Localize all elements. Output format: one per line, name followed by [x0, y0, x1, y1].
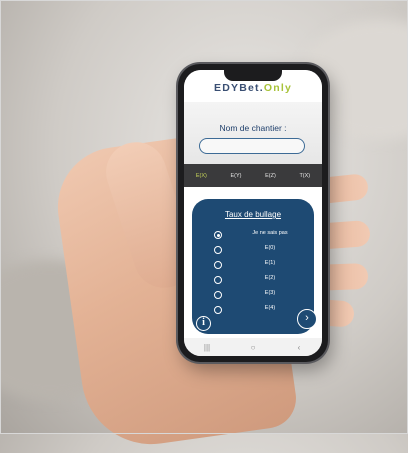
- site-name-label: Nom de chantier :: [219, 123, 287, 133]
- tab-ex[interactable]: E(X): [196, 173, 207, 179]
- android-nav-bar: ||| ○ ‹: [184, 338, 322, 356]
- option-e2[interactable]: E(2): [192, 274, 314, 286]
- option-label: E(1): [264, 260, 276, 266]
- phone-screen: EDYBet.Only Nom de chantier : E(X) E(Y) …: [184, 70, 322, 356]
- tab-ey[interactable]: E(Y): [230, 173, 241, 179]
- radio-icon[interactable]: [214, 276, 222, 284]
- radio-icon[interactable]: [214, 306, 222, 314]
- site-form: Nom de chantier :: [184, 102, 322, 164]
- option-label: E(3): [264, 290, 276, 296]
- option-e4[interactable]: E(4): [192, 304, 314, 316]
- option-e1[interactable]: E(1): [192, 259, 314, 271]
- option-e0[interactable]: E(0): [192, 244, 314, 256]
- panel-title: Taux de bullage: [224, 210, 282, 219]
- logo-text-main: EDYBet.: [214, 82, 264, 94]
- radio-icon[interactable]: [214, 231, 222, 239]
- smartphone: EDYBet.Only Nom de chantier : E(X) E(Y) …: [178, 64, 328, 362]
- home-icon[interactable]: ○: [238, 343, 268, 352]
- option-label: E(4): [264, 305, 276, 311]
- back-icon[interactable]: ‹: [284, 343, 314, 352]
- radio-icon[interactable]: [214, 261, 222, 269]
- option-label: E(0): [264, 245, 276, 251]
- option-label: E(2): [264, 275, 276, 281]
- tab-bar: E(X) E(Y) E(Z) T(X): [184, 164, 322, 187]
- bubbling-rate-panel: Taux de bullage Je ne sais pas E(0) E(1)…: [192, 199, 314, 334]
- app-logo: EDYBet.Only: [184, 82, 322, 94]
- radio-icon[interactable]: [214, 291, 222, 299]
- tab-tx[interactable]: T(X): [299, 173, 310, 179]
- option-e3[interactable]: E(3): [192, 289, 314, 301]
- radio-icon[interactable]: [214, 246, 222, 254]
- notch: [224, 70, 282, 81]
- next-arrow-icon[interactable]: ›: [297, 309, 317, 329]
- info-icon[interactable]: i: [196, 316, 211, 331]
- option-je-ne-sais-pas[interactable]: Je ne sais pas: [192, 229, 314, 241]
- tab-ez[interactable]: E(Z): [265, 173, 276, 179]
- logo-text-accent: Only: [263, 82, 292, 94]
- site-name-input[interactable]: [199, 138, 305, 154]
- option-label: Je ne sais pas: [252, 230, 288, 236]
- recent-apps-icon[interactable]: |||: [192, 343, 222, 352]
